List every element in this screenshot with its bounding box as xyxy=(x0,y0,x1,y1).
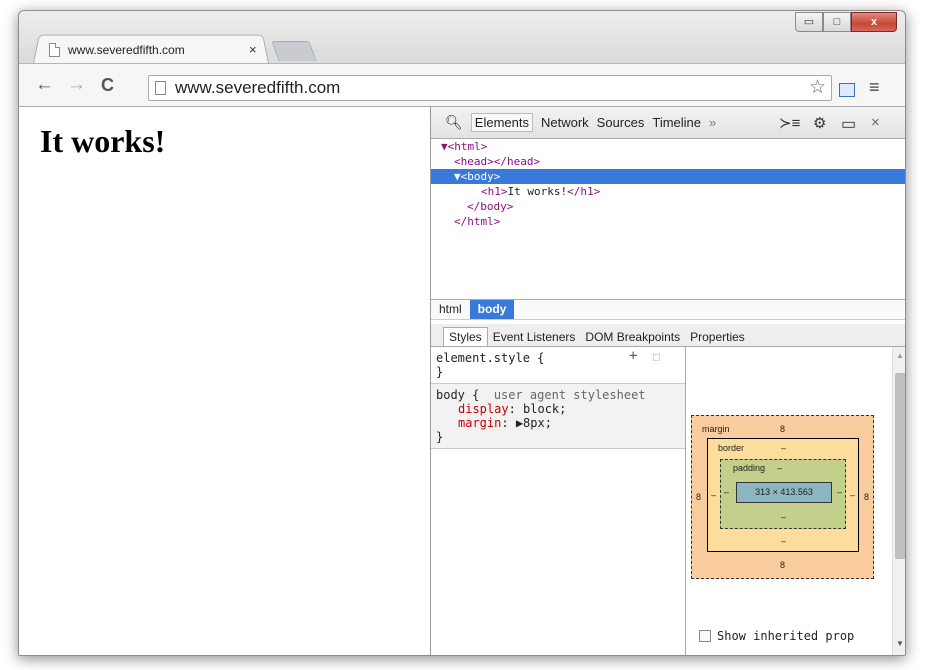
show-inherited-toggle[interactable]: Show inherited prop xyxy=(699,629,854,643)
more-tabs-button[interactable]: » xyxy=(709,115,716,130)
dom-node[interactable]: </body> xyxy=(431,199,905,214)
add-rule-icon[interactable]: + xyxy=(629,349,637,363)
property-name[interactable]: display xyxy=(458,402,509,416)
toggle-element-state-icon[interactable]: ⬚ xyxy=(653,350,660,364)
padding-right[interactable]: – xyxy=(837,487,842,497)
minimize-button[interactable]: ▭ xyxy=(795,12,823,32)
address-bar[interactable]: www.severedfifth.com xyxy=(148,75,832,101)
dom-node[interactable]: </html> xyxy=(431,214,905,229)
tab-close-button[interactable]: × xyxy=(249,42,257,57)
tab-dom-breakpoints[interactable]: DOM Breakpoints xyxy=(580,328,685,346)
window-controls: ▭ □ x xyxy=(795,12,897,32)
forward-button[interactable]: → xyxy=(67,75,86,95)
close-devtools-button[interactable]: × xyxy=(871,114,880,131)
tab-network[interactable]: Network xyxy=(541,115,589,130)
scrollbar-thumb[interactable] xyxy=(895,373,905,559)
body-rule: body { user agent stylesheet display: bl… xyxy=(431,384,685,449)
tab-event-listeners[interactable]: Event Listeners xyxy=(488,328,581,346)
border-top[interactable]: – xyxy=(781,443,786,453)
dom-tree: ▼<html> <head></head> ▼<body> <h1>It wor… xyxy=(431,139,905,299)
scroll-down-icon[interactable]: ▼ xyxy=(896,639,904,648)
close-window-button[interactable]: x xyxy=(851,12,897,32)
new-tab-button[interactable] xyxy=(271,41,317,61)
box-model-metrics: margin 8 8 8 8 border – – – – padding – … xyxy=(687,347,892,655)
search-icon[interactable]: 🔍︎ xyxy=(445,114,463,131)
tab-title: www.severedfifth.com xyxy=(68,43,185,57)
close-brace: } xyxy=(436,365,444,379)
margin-box: margin 8 8 8 8 border – – – – padding – … xyxy=(691,415,874,579)
breadcrumb-html[interactable]: html xyxy=(431,300,470,319)
scrollbar[interactable]: ▲ ▼ xyxy=(892,347,905,655)
close-brace: } xyxy=(436,430,444,444)
tab-properties[interactable]: Properties xyxy=(685,328,750,346)
dock-icon[interactable]: ▭ xyxy=(841,114,856,134)
tab-elements[interactable]: Elements xyxy=(470,113,533,132)
rule-origin: user agent stylesheet xyxy=(493,388,646,402)
border-box: border – – – – padding – – – – 313 × 413… xyxy=(707,438,859,552)
border-left[interactable]: – xyxy=(711,490,716,500)
devtools-toolbar: 🔍︎ Elements Network Sources Timeline » xyxy=(431,107,905,139)
address-text: www.severedfifth.com xyxy=(175,78,341,97)
checkbox[interactable] xyxy=(699,630,711,642)
styles-subtabs: Styles Event Listeners DOM Breakpoints P… xyxy=(431,324,905,347)
page-heading: It works! xyxy=(40,123,166,159)
border-right[interactable]: – xyxy=(850,490,855,500)
styles-pane: element.style { } + ⬚ body { user agent … xyxy=(431,347,686,655)
show-inherited-label: Show inherited prop xyxy=(717,629,855,643)
browser-window: www.severedfifth.com × ▭ □ x ← → C www.s… xyxy=(18,10,906,656)
extension-icon[interactable] xyxy=(839,83,855,97)
dom-node[interactable]: ▼<html> xyxy=(431,139,905,154)
padding-bottom[interactable]: – xyxy=(781,512,786,522)
property-value[interactable]: ▶8px; xyxy=(516,416,552,430)
property-value[interactable]: block; xyxy=(523,402,566,416)
console-drawer-icon[interactable]: ≻≡ xyxy=(779,114,800,132)
border-label: border xyxy=(718,443,745,453)
tab-title-area: www.severedfifth.com xyxy=(49,38,185,62)
page-content: It works! xyxy=(19,107,430,655)
padding-left[interactable]: – xyxy=(724,487,729,497)
tab-styles[interactable]: Styles xyxy=(443,327,488,346)
selector: body { xyxy=(436,388,480,402)
gear-icon[interactable]: ⚙ xyxy=(813,114,826,132)
element-style-rule[interactable]: element.style { } + ⬚ xyxy=(431,347,685,384)
tab-timeline[interactable]: Timeline xyxy=(652,115,701,130)
margin-label: margin xyxy=(702,424,730,434)
tab-sources[interactable]: Sources xyxy=(597,115,645,130)
content-box[interactable]: 313 × 413.563 xyxy=(736,482,832,503)
dom-node[interactable]: <h1>It works!</h1> xyxy=(431,184,905,199)
page-icon xyxy=(155,81,166,95)
margin-left[interactable]: 8 xyxy=(696,492,701,502)
scroll-up-icon[interactable]: ▲ xyxy=(896,351,904,360)
border-bottom[interactable]: – xyxy=(781,536,786,546)
padding-box: padding – – – – 313 × 413.563 xyxy=(720,459,846,529)
margin-top[interactable]: 8 xyxy=(780,424,785,434)
breadcrumb-body[interactable]: body xyxy=(469,300,515,319)
devtools-panel: 🔍︎ Elements Network Sources Timeline » ≻… xyxy=(430,107,905,655)
padding-label: padding xyxy=(733,463,766,473)
back-button[interactable]: ← xyxy=(35,75,54,95)
page-icon xyxy=(49,43,60,57)
reload-button[interactable]: C xyxy=(101,75,114,95)
padding-top[interactable]: – xyxy=(777,463,782,473)
dom-node[interactable]: <head></head> xyxy=(431,154,905,169)
property-name[interactable]: margin xyxy=(458,416,501,430)
margin-right[interactable]: 8 xyxy=(864,492,869,502)
selector: element.style { xyxy=(436,351,545,365)
breadcrumb: html body xyxy=(431,299,905,320)
bookmark-star-icon[interactable]: ☆ xyxy=(809,76,826,99)
dom-node-selected[interactable]: ▼<body> xyxy=(431,169,905,184)
margin-bottom[interactable]: 8 xyxy=(780,560,785,570)
maximize-button[interactable]: □ xyxy=(823,12,851,32)
menu-icon[interactable]: ≡ xyxy=(869,77,880,98)
